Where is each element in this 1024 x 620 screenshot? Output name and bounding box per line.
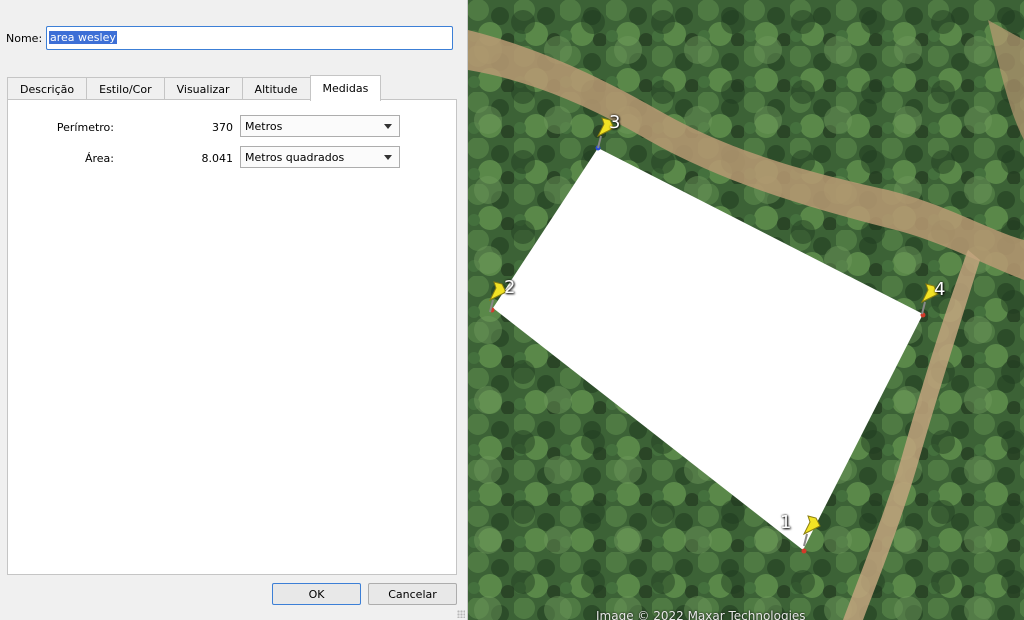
name-input[interactable]: area wesley — [46, 26, 453, 50]
area-unit-select[interactable]: Metros quadrados — [240, 146, 400, 168]
perimeter-value: 370 — [212, 121, 233, 134]
perimeter-unit-select[interactable]: Metros — [240, 115, 400, 137]
name-input-value: area wesley — [49, 31, 117, 44]
area-value: 8.041 — [201, 152, 234, 165]
satellite-map-view[interactable]: 3 2 4 1 Image © 2022 Maxar Technologies — [468, 0, 1024, 620]
perimeter-unit-value: Metros — [245, 120, 283, 133]
perimeter-label: Perímetro: — [56, 121, 114, 134]
tab-descricao[interactable]: Descrição — [7, 77, 88, 101]
chevron-down-icon — [384, 155, 392, 160]
chevron-down-icon — [384, 124, 392, 129]
pin-label-3: 3 — [609, 112, 621, 133]
app-window: 3 2 4 1 Image © 2022 Maxar Technologies … — [0, 0, 1024, 620]
area-label: Área: — [84, 152, 114, 165]
pin-label-2: 2 — [504, 277, 516, 298]
imagery-credit: Image © 2022 Maxar Technologies — [596, 609, 806, 620]
polygon-properties-dialog: Nome: area wesley Descrição Estilo/Cor V… — [0, 0, 468, 620]
resize-grip-icon[interactable] — [457, 610, 465, 618]
pushpin-icon[interactable] — [800, 514, 824, 548]
area-unit-value: Metros quadrados — [245, 151, 345, 164]
tab-bar: Descrição Estilo/Cor Visualizar Altitude… — [7, 75, 382, 101]
pin-label-4: 4 — [934, 279, 946, 300]
tab-medidas[interactable]: Medidas — [309, 75, 382, 101]
tab-altitude[interactable]: Altitude — [241, 77, 311, 101]
ok-button[interactable]: OK — [272, 583, 361, 605]
pin-label-1: 1 — [780, 512, 792, 533]
measures-panel: Perímetro: 370 Metros Área: 8.041 Metros… — [7, 99, 457, 575]
name-label: Nome: — [6, 32, 43, 45]
tab-estilo-cor[interactable]: Estilo/Cor — [86, 77, 165, 101]
cancel-button[interactable]: Cancelar — [368, 583, 457, 605]
tab-visualizar[interactable]: Visualizar — [163, 77, 243, 101]
